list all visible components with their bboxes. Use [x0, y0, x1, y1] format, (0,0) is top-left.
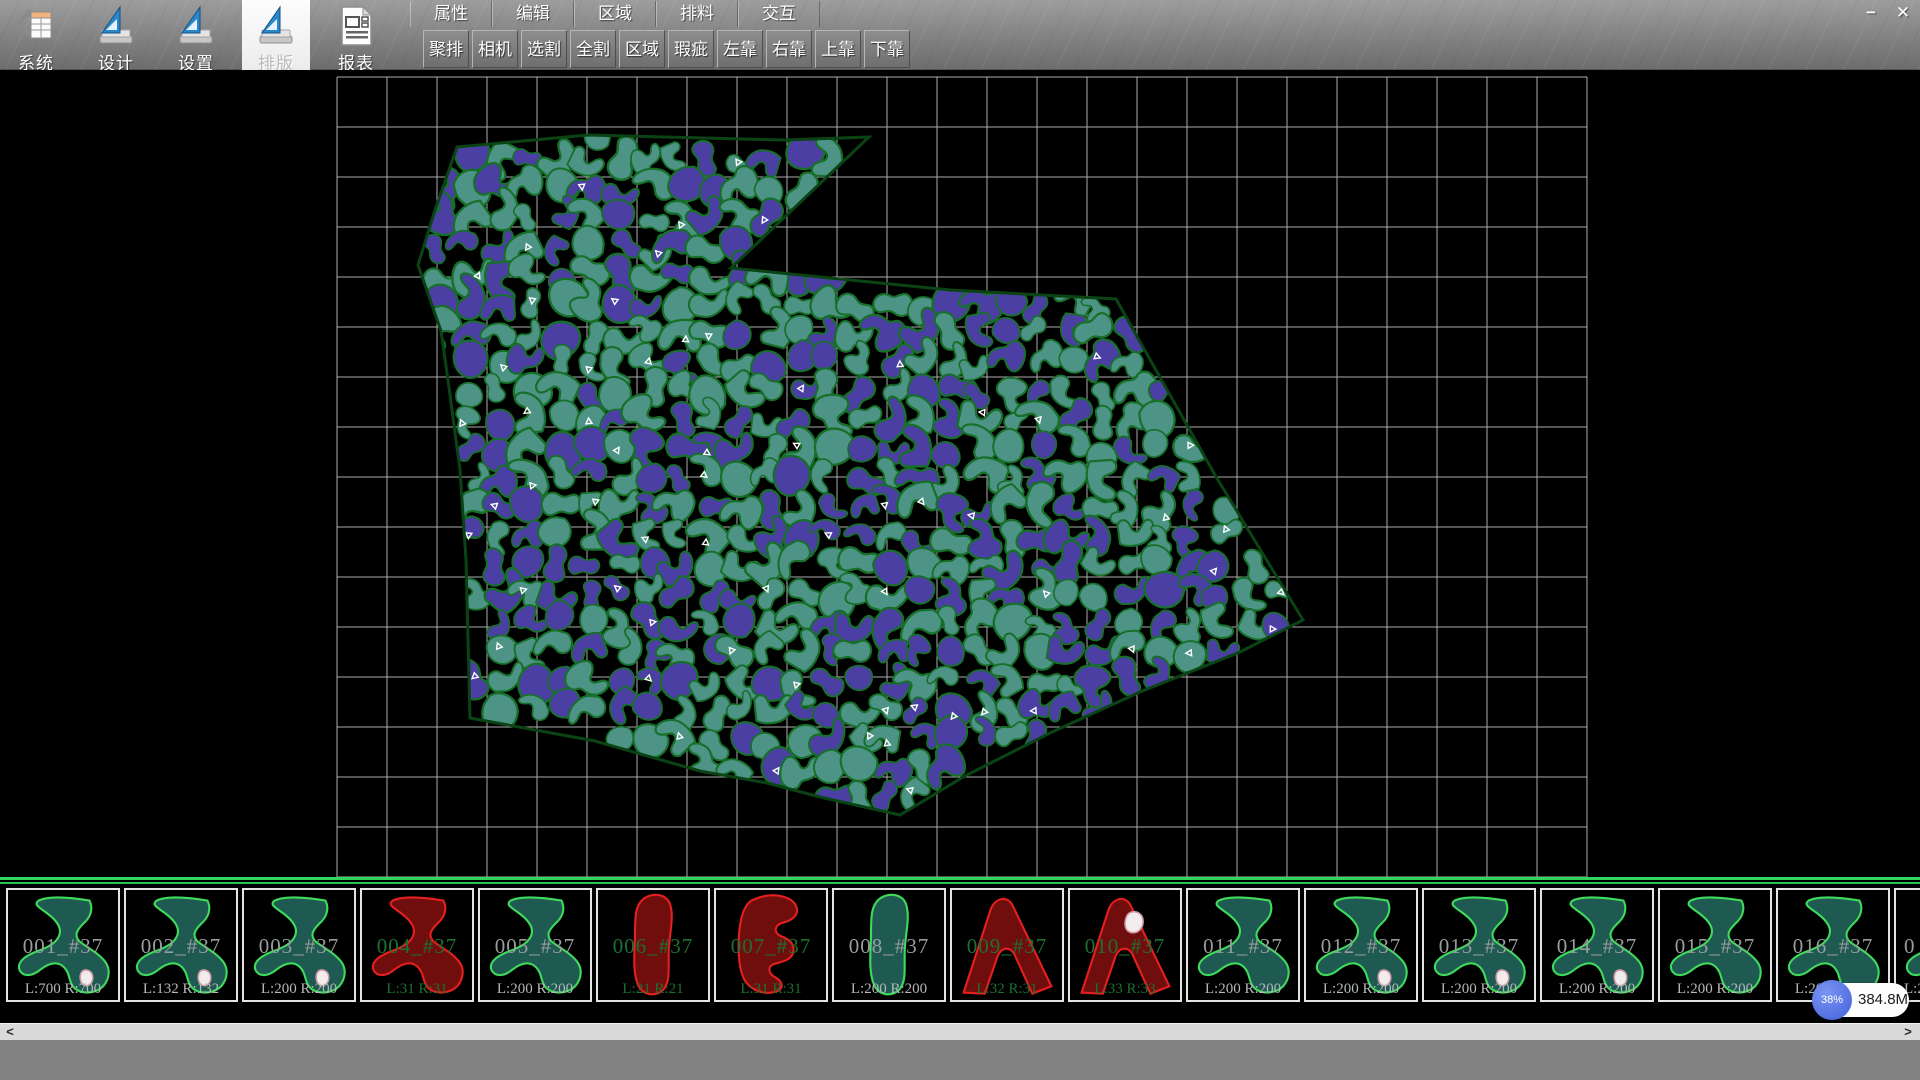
piece-id-label: 009_#37 [952, 934, 1062, 959]
piece-count-label: L:31 R:31 [362, 981, 472, 998]
piece-id-label: 005_#37 [480, 934, 590, 959]
tool-button-3[interactable]: 选割 [521, 30, 567, 68]
scroll-left-arrow-icon[interactable]: < [2, 1024, 18, 1041]
piece-count-label: L:32 R:31 [952, 981, 1062, 998]
piece-id-label: 003_#37 [244, 934, 354, 959]
window-controls: − ✕ [1858, 3, 1916, 23]
piece-thumbnail-1[interactable]: 001_#37 L:700 R:700 [6, 888, 120, 1002]
piece-count-label: L:700 R:700 [8, 981, 118, 998]
tool-button-4[interactable]: 全割 [570, 30, 616, 68]
tab-2[interactable]: 设计 [82, 0, 150, 70]
tool-button-9[interactable]: 上靠 [815, 30, 861, 68]
piece-id-label: 004_#37 [362, 934, 472, 959]
piece-id-label: 008_#37 [834, 934, 944, 959]
tool-button-6[interactable]: 瑕疵 [668, 30, 714, 68]
piece-id-label: 015_#37 [1660, 934, 1770, 959]
ruler-icon [162, 3, 230, 49]
piece-thumbnail-6[interactable]: 006_#37 L:21 R:21 [596, 888, 710, 1002]
tab-1[interactable]: 系统 [2, 0, 70, 70]
piece-count-label: L:132 R:132 [126, 981, 236, 998]
report-icon [322, 3, 390, 49]
piece-id-label: 012_#37 [1306, 934, 1416, 959]
piece-thumbnail-15[interactable]: 015_#37 L:200 R:200 [1658, 888, 1772, 1002]
piece-thumbnail-14[interactable]: 014_#37 L:200 R:200 [1540, 888, 1654, 1002]
nesting-canvas[interactable] [0, 70, 1920, 878]
piece-id-label: 0 [1896, 934, 1920, 959]
main-tab-bar: 系统设计设置排版报表 [2, 0, 402, 70]
memory-percent-circle: 38% [1812, 980, 1852, 1020]
piece-thumbnail-10[interactable]: 010_#37 L:33 R:33 [1068, 888, 1182, 1002]
piece-thumbnail-4[interactable]: 004_#37 L:31 R:31 [360, 888, 474, 1002]
piece-id-label: 007_#37 [716, 934, 826, 959]
tool-button-8[interactable]: 右靠 [766, 30, 812, 68]
tab-4[interactable]: 排版 [242, 0, 310, 70]
piece-count-label: L:31 R:31 [716, 981, 826, 998]
piece-thumbnail-9[interactable]: 009_#37 L:32 R:31 [950, 888, 1064, 1002]
app-window: { "window": { "minimize_label": "−", "cl… [0, 0, 1920, 1080]
piece-thumbnail-12[interactable]: 012_#37 L:200 R:200 [1304, 888, 1418, 1002]
close-button[interactable]: ✕ [1890, 3, 1916, 23]
ruler-icon [82, 3, 150, 49]
piece-id-label: 006_#37 [598, 934, 708, 959]
piece-thumbnail-2[interactable]: 002_#37 L:132 R:132 [124, 888, 238, 1002]
tool-button-5[interactable]: 区域 [619, 30, 665, 68]
piece-count-label: L:200 R:200 [1188, 981, 1298, 998]
tab-5[interactable]: 报表 [322, 0, 390, 70]
strip-separator-line [0, 877, 1920, 880]
piece-thumbnail-7[interactable]: 007_#37 L:31 R:31 [714, 888, 828, 1002]
scroll-right-arrow-icon[interactable]: > [1900, 1024, 1916, 1041]
ribbon-bar: 系统设计设置排版报表 属性编辑区域排料交互 聚排相机选割全割区域瑕疵左靠右靠上靠… [0, 0, 1920, 70]
piece-thumbnail-13[interactable]: 013_#37 L:200 R:200 [1422, 888, 1536, 1002]
tool-button-10[interactable]: 下靠 [864, 30, 910, 68]
menu-item-1[interactable]: 属性 [410, 1, 492, 27]
piece-count-label: L:33 R:33 [1070, 981, 1180, 998]
piece-id-label: 013_#37 [1424, 934, 1534, 959]
piece-id-label: 002_#37 [126, 934, 236, 959]
tab-3[interactable]: 设置 [162, 0, 230, 70]
tool-button-7[interactable]: 左靠 [717, 30, 763, 68]
gear-table-icon [2, 3, 70, 49]
tool-button-2[interactable]: 相机 [472, 30, 518, 68]
piece-thumbnail-5[interactable]: 005_#37 L:200 R:200 [478, 888, 592, 1002]
menu-item-4[interactable]: 排料 [656, 1, 738, 27]
piece-id-label: 014_#37 [1542, 934, 1652, 959]
ruler-icon [242, 3, 310, 49]
piece-thumbnail-3[interactable]: 003_#37 L:200 R:200 [242, 888, 356, 1002]
piece-count-label: L:200 R:200 [1660, 981, 1770, 998]
status-footer [0, 1040, 1920, 1080]
minimize-button[interactable]: − [1858, 3, 1884, 23]
menu-item-2[interactable]: 编辑 [492, 1, 574, 27]
piece-id-label: 001_#37 [8, 934, 118, 959]
piece-count-label: L:200 R:200 [244, 981, 354, 998]
menu-item-3[interactable]: 区域 [574, 1, 656, 27]
tool-button-1[interactable]: 聚排 [423, 30, 469, 68]
piece-thumbnail-11[interactable]: 011_#37 L:200 R:200 [1186, 888, 1300, 1002]
piece-id-label: 010_#37 [1070, 934, 1180, 959]
menu-row: 属性编辑区域排料交互 [410, 1, 820, 28]
piece-count-label: L:21 R:21 [598, 981, 708, 998]
memory-amount-label: 384.8M [1858, 983, 1908, 1017]
piece-count-label: L:200 R:200 [1542, 981, 1652, 998]
piece-thumbnail-strip: 001_#37 L:700 R:700 002_#37 L:132 R:132 003_… [0, 884, 1920, 1005]
menu-item-5[interactable]: 交互 [738, 1, 820, 27]
horizontal-scrollbar[interactable]: < > [0, 1023, 1920, 1040]
tool-row: 聚排相机选割全割区域瑕疵左靠右靠上靠下靠 [423, 30, 913, 68]
piece-thumbnail-8[interactable]: 008_#37 L:200 R:200 [832, 888, 946, 1002]
piece-id-label: 016_#37 [1778, 934, 1888, 959]
piece-count-label: L:200 R:200 [1424, 981, 1534, 998]
piece-id-label: 011_#37 [1188, 934, 1298, 959]
piece-count-label: L:200 R:200 [480, 981, 590, 998]
piece-count-label: L:200 R:200 [834, 981, 944, 998]
memory-usage-badge: 38% 384.8M [1814, 983, 1909, 1017]
piece-count-label: L:200 R:200 [1306, 981, 1416, 998]
